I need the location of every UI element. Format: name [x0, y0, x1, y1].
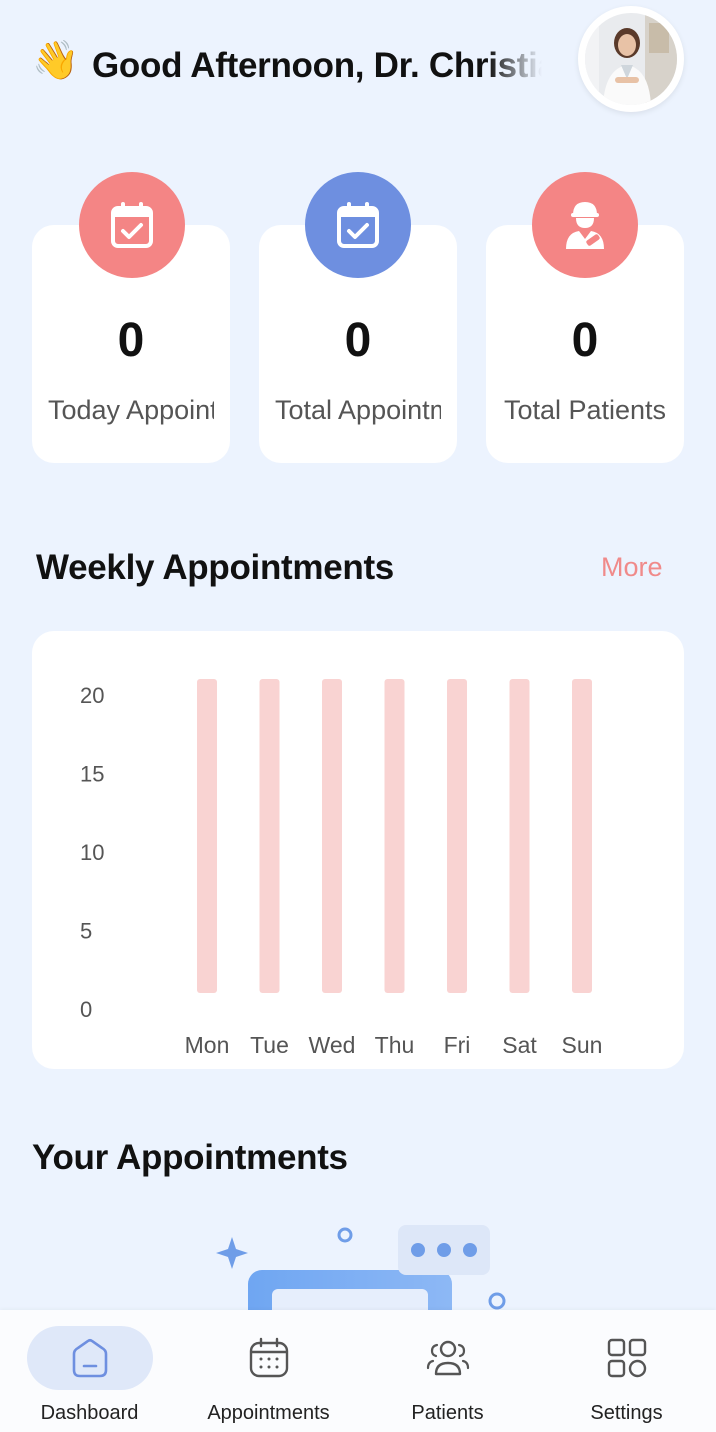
patient-icon: [532, 172, 638, 278]
users-icon: [426, 1340, 469, 1376]
y-tick-label: 10: [80, 840, 104, 865]
home-icon: [72, 1338, 107, 1378]
weekly-bar-chart: 0 5 10 15 20 Mon Tue Wed Thu Fri Sat Sun: [80, 679, 603, 1058]
nav-label: Dashboard: [40, 1402, 139, 1424]
your-appointments-title: Your Appointments: [32, 1138, 348, 1177]
x-tick-label: Mon: [185, 1032, 230, 1058]
stat-value: 0: [344, 314, 372, 367]
nav-item-settings[interactable]: Settings: [537, 1310, 716, 1432]
stat-value: 0: [117, 314, 145, 367]
calendar-check-icon: [305, 172, 411, 278]
calendar-check-icon: [79, 172, 185, 278]
header: 👋 Good Afternoon, Dr. Christian: [0, 0, 716, 130]
stat-value: 0: [571, 314, 599, 367]
empty-appointments-illustration: [200, 1215, 520, 1330]
x-tick-label: Tue: [250, 1032, 289, 1058]
bar-wed[interactable]: [322, 679, 342, 993]
nav-label: Patients: [411, 1402, 484, 1424]
bar-tue[interactable]: [259, 679, 280, 993]
greeting-title: Good Afternoon, Dr. Christian: [92, 46, 542, 85]
stat-label: Total Appointments: [275, 395, 441, 425]
y-tick-label: 20: [80, 683, 104, 708]
nav-label: Appointments: [207, 1402, 330, 1424]
y-tick-label: 5: [80, 919, 92, 944]
stat-label: Today Appointments: [48, 395, 214, 425]
waving-hand-icon: 👋: [32, 40, 80, 82]
nav-item-appointments[interactable]: Appointments: [179, 1310, 358, 1432]
weekly-appointments-title: Weekly Appointments: [36, 548, 394, 587]
bar-sun[interactable]: [572, 679, 592, 993]
calendar-icon: [249, 1337, 288, 1378]
nav-item-patients[interactable]: Patients: [358, 1310, 537, 1432]
stat-label: Total Patients: [503, 395, 667, 425]
avatar[interactable]: [578, 6, 684, 112]
nav-active-indicator: [26, 1326, 153, 1390]
nav-label: Settings: [590, 1402, 663, 1424]
bar-fri[interactable]: [447, 679, 467, 993]
x-tick-label: Wed: [309, 1032, 356, 1058]
x-tick-label: Sun: [562, 1032, 603, 1058]
bottom-navigation: Dashboard Appointments Patients Settings: [0, 1310, 716, 1432]
weekly-chart: 0 5 10 15 20 Mon Tue Wed Thu Fri Sat Sun: [32, 631, 684, 1069]
bar-thu[interactable]: [384, 679, 405, 993]
y-tick-label: 0: [80, 997, 92, 1022]
nav-item-dashboard[interactable]: Dashboard: [0, 1310, 179, 1432]
x-tick-label: Thu: [375, 1032, 415, 1058]
grid-icon: [607, 1338, 646, 1378]
x-tick-label: Fri: [444, 1032, 471, 1058]
bar-sat[interactable]: [509, 679, 530, 993]
y-tick-label: 15: [80, 762, 104, 787]
doctor-photo: [585, 13, 677, 105]
bar-mon[interactable]: [197, 679, 217, 993]
x-tick-label: Sat: [502, 1032, 537, 1058]
more-link[interactable]: More: [601, 552, 663, 583]
